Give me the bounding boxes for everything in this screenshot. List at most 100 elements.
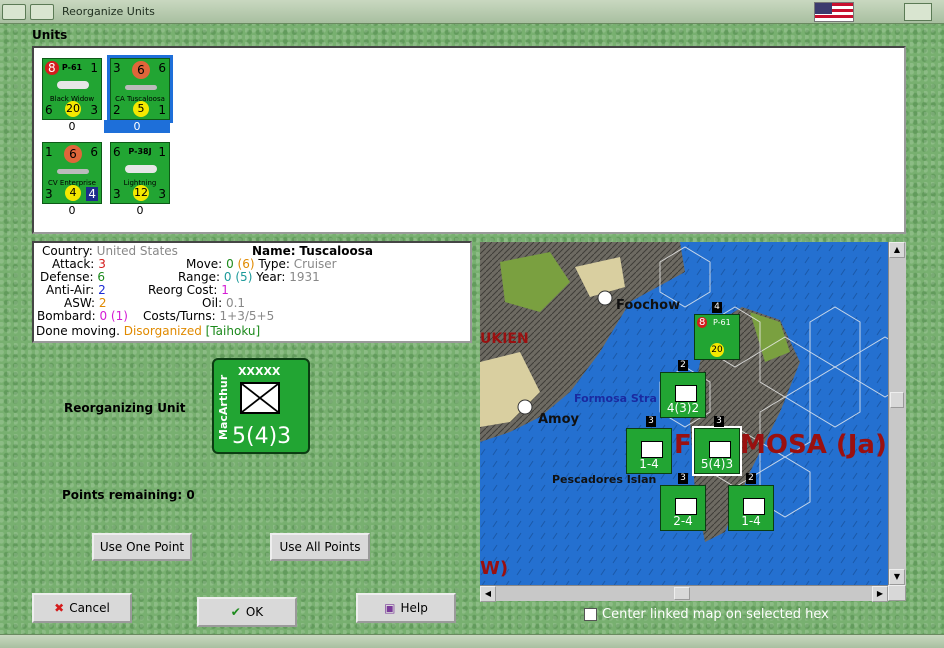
infantry-symbol-icon [240,382,280,414]
name-value: Tuscaloosa [299,244,374,258]
cancel-x-icon: ✖ [54,601,65,615]
map-stack-badge: 3 [714,416,724,427]
unit-move-value: 4 [86,187,98,201]
unit-points-count: 0 [68,204,76,217]
use-one-point-button[interactable]: Use One Point [92,533,192,561]
location-value: [Taihoku] [205,324,261,338]
center-map-option[interactable]: Center linked map on selected hex [584,607,829,622]
map-unit-p61[interactable]: 8 P-61 20 [694,314,740,360]
map-stack-badge: 2 [746,473,756,484]
attack-value: 3 [98,257,106,271]
map-unit-value: 1-4 [639,457,659,471]
move-max-value: (6) [237,257,255,271]
done-moving-status: Done moving. [36,324,120,338]
ok-button[interactable]: ✔ OK [197,597,297,627]
use-all-points-button[interactable]: Use All Points [270,533,370,561]
type-label: Type: [258,257,290,271]
horizontal-scroll-thumb[interactable] [674,587,690,600]
unit-range-value: 6 [90,145,98,159]
map-label-formosa: MOSA (Ja) [740,430,887,460]
map-vertical-scrollbar[interactable]: ▲ ▼ [888,242,906,585]
carrier-icon [57,169,89,174]
ship-icon [125,85,157,90]
us-flag-icon [814,2,854,22]
map-unit-counter[interactable]: 2-4 [660,485,706,531]
reorganizing-unit-label: Reorganizing Unit [64,401,186,415]
aircraft-icon [125,165,157,173]
points-remaining: Points remaining: 0 [62,488,195,502]
window-title: Reorganize Units [62,5,155,18]
unit-info-panel: Country: United States Attack: 3 Defense… [32,241,472,343]
range-label: Range: [178,270,221,284]
unit-move-value: 3 [158,187,166,201]
title-bar: Reorganize Units [0,0,944,24]
unit-counter-p61[interactable]: 8 P-61 1 Black Widow 6 20 3 [42,58,102,120]
range-value: 0 [223,270,232,284]
map-unit-type: P-61 [713,318,731,327]
unit-counter-enterprise[interactable]: 1 6 6 CV Enterprise 3 4 4 [42,142,102,204]
map-unit-counter-selected[interactable]: 5(4)3 [692,426,742,476]
unit-range-value: 1 [158,145,166,159]
linked-map[interactable]: Foochow UKIEN Formosa Stra Amoy F MOSA (… [480,242,888,585]
map-unit-counter[interactable]: 1-4 [626,428,672,474]
map-unit-value: 2-4 [673,514,693,528]
map-unit-counter[interactable]: 4(3)2 [660,372,706,418]
scroll-left-icon[interactable]: ◀ [480,586,496,602]
costs-turns-value: 1+3/5+5 [219,309,275,323]
points-remaining-value: 0 [186,488,195,502]
unit-range-value: 1 [90,61,98,75]
unit-strength-value: 5 [133,101,149,117]
anchor-icon [641,441,663,458]
cancel-label: Cancel [69,601,110,615]
reorganizing-unit-counter: MacArthur XXXXX 5(4)3 [212,358,310,454]
unit-defense-circle: 6 [132,61,150,79]
map-unit-attack: 8 [697,317,708,328]
type-value: Cruiser [293,257,337,271]
costs-turns-label: Costs/Turns: [143,309,216,323]
ok-label: OK [245,605,264,619]
antiair-value: 2 [98,283,106,297]
year-value: 1931 [289,270,320,284]
counter-name: MacArthur [217,374,230,440]
unit-asw-value: 3 [45,187,53,201]
map-stack-badge: 3 [646,416,656,427]
unit-defense-value: 3 [113,187,121,201]
unit-counter-tuscaloosa[interactable]: 3 6 6 CA Tuscaloosa 2 5 1 [107,55,173,123]
map-label-pescadores: Pescadores Islan [552,473,657,486]
map-label-foochow: Foochow [616,298,681,313]
oil-label: Oil: [202,296,223,310]
disorganized-status: Disorganized [123,324,202,338]
map-label-w: W) [480,558,509,579]
name-label: Name: [252,244,296,258]
unit-counter-p38j[interactable]: 6 P-38J 1 Lightning 3 12 3 [110,142,170,204]
antiair-label: Anti-Air: [46,283,95,297]
center-map-checkbox[interactable] [584,608,597,621]
scroll-right-icon[interactable]: ▶ [872,586,888,602]
scroll-up-icon[interactable]: ▲ [889,242,905,258]
minimize-icon[interactable] [30,4,54,20]
map-stack-badge: 4 [712,302,722,313]
close-icon[interactable] [904,3,932,21]
bombard-max-value: (1) [110,309,128,323]
oil-value: 0.1 [225,296,246,310]
asw-value: 2 [98,296,107,310]
counter-size: XXXXX [238,365,281,378]
help-button[interactable]: ▣ Help [356,593,456,623]
unit-move-value: 3 [90,103,98,117]
system-menu-icon[interactable] [2,4,26,20]
vertical-scroll-thumb[interactable] [890,392,904,408]
scroll-down-icon[interactable]: ▼ [889,569,905,585]
defense-label: Defense: [40,270,94,284]
map-horizontal-scrollbar[interactable]: ◀ ▶ [480,585,888,602]
attack-label: Attack: [52,257,95,271]
move-value: 0 [226,257,234,271]
anchor-icon [675,498,697,515]
counter-value: 5(4)3 [232,424,292,449]
cancel-button[interactable]: ✖ Cancel [32,593,132,623]
units-panel[interactable]: 8 P-61 1 Black Widow 6 20 3 0 3 6 6 CA T… [32,46,906,234]
map-label-fukien: UKIEN [480,331,529,347]
map-unit-counter[interactable]: 1-4 [728,485,774,531]
unit-symbol-icon [709,441,731,458]
move-label: Move: [186,257,223,271]
map-label-formosa-strait: Formosa Stra [574,392,657,405]
